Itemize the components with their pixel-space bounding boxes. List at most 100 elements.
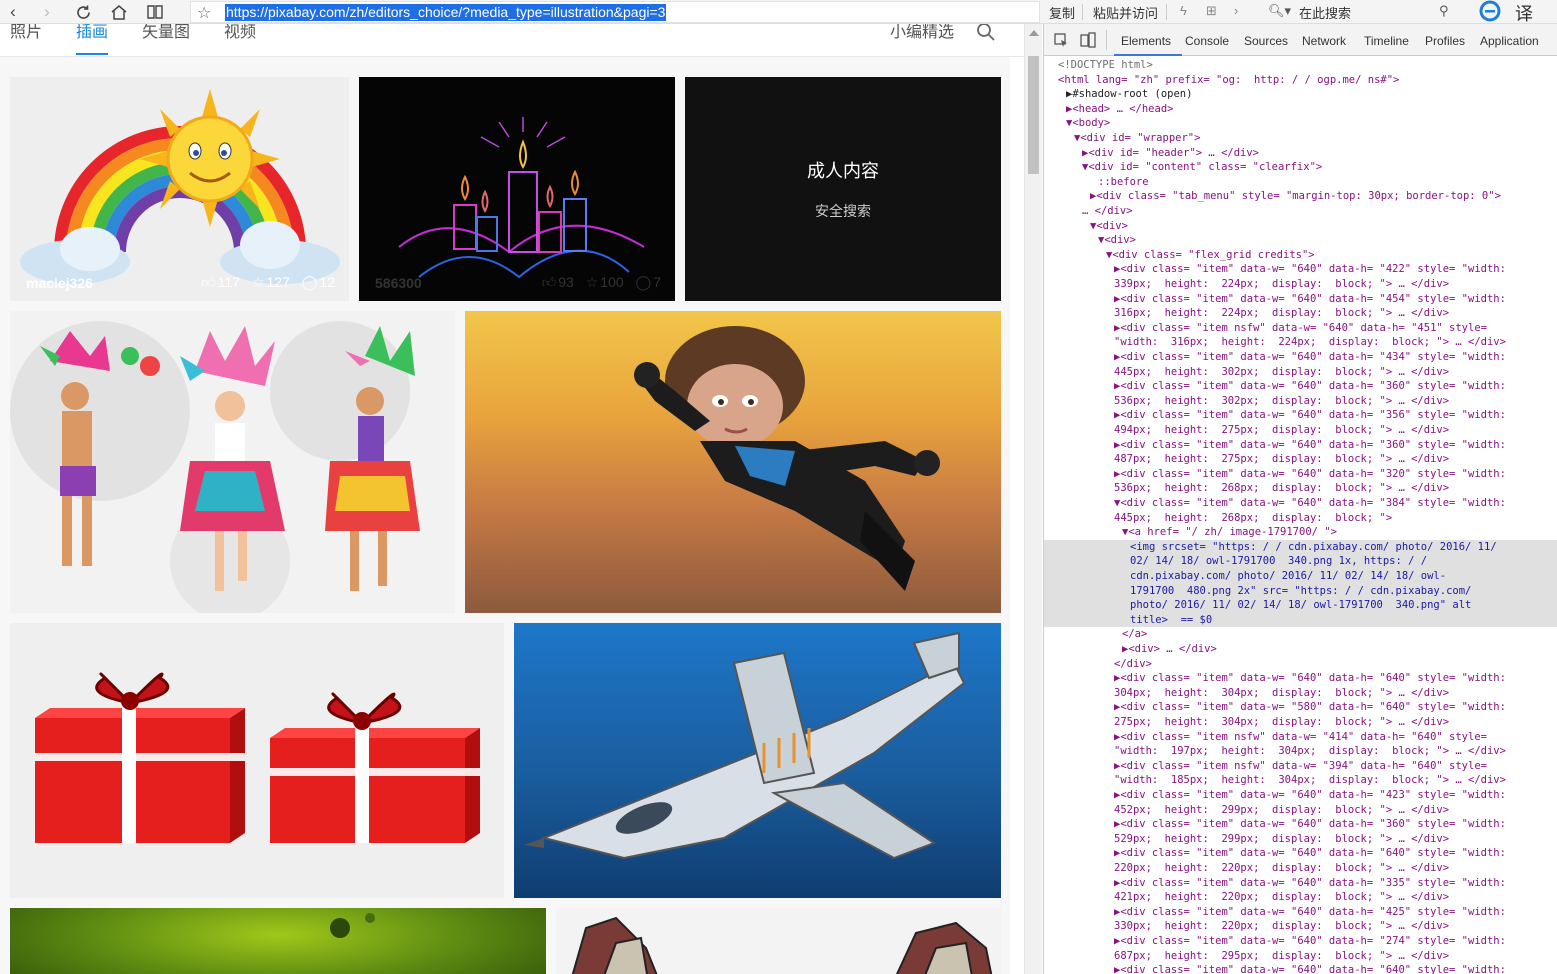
dom-node-line[interactable]: ▶<div class= "item" data-w= "640" data-h… xyxy=(1044,467,1557,482)
dom-node-line[interactable]: ▶<div> … </div> xyxy=(1044,642,1557,657)
dom-node-line[interactable]: ▶<div class= "item" data-w= "640" data-h… xyxy=(1044,876,1557,891)
dom-node-line[interactable]: 421px; height: 220px; display: block; ">… xyxy=(1044,890,1557,905)
dom-tree[interactable]: <!DOCTYPE html> <html lang= "zh" prefix= … xyxy=(1044,56,1557,974)
tab-network[interactable]: Network xyxy=(1302,34,1346,48)
chevron-right-icon[interactable]: › xyxy=(1234,3,1238,18)
dom-node-line[interactable]: ▶<div class= "item" data-w= "640" data-h… xyxy=(1044,292,1557,307)
reader-icon[interactable] xyxy=(144,1,166,23)
nsfw-tile[interactable]: 成人内容 安全搜索 xyxy=(685,77,1001,301)
device-toggle-icon[interactable] xyxy=(1080,32,1096,48)
dom-node-line[interactable]: 687px; height: 295px; display: block; ">… xyxy=(1044,949,1557,964)
dom-node-line[interactable]: 339px; height: 224px; display: block; ">… xyxy=(1044,277,1557,292)
dom-node-line[interactable]: ▶#shadow-root (open) xyxy=(1044,87,1557,102)
dom-node-line[interactable]: 330px; height: 220px; display: block; ">… xyxy=(1044,919,1557,934)
image-tile[interactable] xyxy=(556,908,1001,974)
browser-search-input[interactable]: 在此搜索 xyxy=(1299,3,1351,22)
dom-node-line[interactable]: ▼<div id= "wrapper"> xyxy=(1044,131,1557,146)
dom-node-line[interactable]: 445px; height: 268px; display: block; "> xyxy=(1044,511,1557,526)
dom-node-line[interactable]: 529px; height: 299px; display: block; ">… xyxy=(1044,832,1557,847)
dom-node-line[interactable]: <html lang= "zh" prefix= "og: http: / / … xyxy=(1044,73,1557,88)
dom-node-line[interactable]: ▶<div class= "item" data-w= "640" data-h… xyxy=(1044,379,1557,394)
image-tile[interactable] xyxy=(10,623,504,898)
dom-node-line[interactable]: "width: 316px; height: 224px; display: b… xyxy=(1044,335,1557,350)
dom-node-line[interactable]: ▶<div class= "item nsfw" data-w= "640" d… xyxy=(1044,321,1557,336)
address-bar[interactable]: ☆ https://pixabay.com/zh/editors_choice/… xyxy=(190,1,1040,23)
dom-node-line[interactable]: ▶<div class= "tab_menu" style= "margin-t… xyxy=(1044,189,1557,204)
scroll-up-arrow-icon[interactable] xyxy=(1029,30,1039,36)
dom-node-line[interactable]: 487px; height: 275px; display: block; ">… xyxy=(1044,452,1557,467)
page-scrollbar[interactable] xyxy=(1024,24,1042,974)
dom-node-line[interactable]: ▼<div> xyxy=(1044,233,1557,248)
dom-node-line[interactable]: ▼<a href= "/ zh/ image-1791700/ "> xyxy=(1044,525,1557,540)
selected-dom-node-line[interactable]: 02/ 14/ 18/ owl-1791700 340.png 1x, http… xyxy=(1044,554,1557,569)
comment-icon[interactable]: ◯ xyxy=(302,274,318,290)
dom-node-line[interactable]: ▶<div class= "item" data-w= "580" data-h… xyxy=(1044,700,1557,715)
dom-node-line[interactable]: ::before xyxy=(1044,175,1557,190)
comment-icon[interactable]: ◯ xyxy=(636,274,652,290)
dom-node-line[interactable]: 536px; height: 302px; display: block; ">… xyxy=(1044,394,1557,409)
dom-node-line[interactable]: 316px; height: 224px; display: block; ">… xyxy=(1044,306,1557,321)
scrollbar-thumb[interactable] xyxy=(1028,56,1039,174)
search-icon[interactable]: ⚲ xyxy=(1439,3,1449,19)
dom-node-line[interactable]: ▶<div class= "item" data-w= "640" data-h… xyxy=(1044,934,1557,949)
dom-node-line[interactable]: "width: 197px; height: 304px; display: b… xyxy=(1044,744,1557,759)
dom-node-line[interactable]: ▼<div class= "item" data-w= "640" data-h… xyxy=(1044,496,1557,511)
dom-node-line[interactable]: ▶<div class= "item" data-w= "640" data-h… xyxy=(1044,438,1557,453)
editors-choice-link[interactable]: 小编精选 xyxy=(890,24,954,42)
image-tile[interactable] xyxy=(10,311,455,613)
tab-elements[interactable]: Elements xyxy=(1121,34,1171,48)
tab-timeline[interactable]: Timeline xyxy=(1364,34,1409,48)
dom-node-line[interactable]: 536px; height: 268px; display: block; ">… xyxy=(1044,481,1557,496)
search-icon[interactable] xyxy=(976,24,996,42)
author-name[interactable]: maciej326 xyxy=(26,275,93,291)
selected-dom-node-line[interactable]: title> == $0 xyxy=(1044,612,1557,628)
dom-node-line[interactable]: … </div> xyxy=(1044,204,1557,219)
tab-sources[interactable]: Sources xyxy=(1244,34,1288,48)
selected-dom-node-line[interactable]: <img srcset= "https: / / cdn.pixabay.com… xyxy=(1044,539,1557,555)
copy-button[interactable]: 复制 xyxy=(1049,3,1075,22)
dom-node-line[interactable]: ▶<head> … </head> xyxy=(1044,102,1557,117)
image-tile[interactable]: maciej326 👍︎ 117 ☆ 127 ◯ 12 xyxy=(10,77,349,301)
dom-node-line[interactable]: ▶<div class= "item" data-w= "640" data-h… xyxy=(1044,408,1557,423)
translate-button[interactable]: 译 xyxy=(1515,0,1533,26)
dom-node-line[interactable]: ▼<div> xyxy=(1044,219,1557,234)
search-engine-icon[interactable]: 🔍︎▾ xyxy=(1268,3,1291,19)
dom-node-line[interactable]: ▶<div class= "item" data-w= "640" data-h… xyxy=(1044,788,1557,803)
tab-application[interactable]: Application xyxy=(1480,34,1539,48)
dom-node-line[interactable]: ▶<div class= "item" data-w= "640" data-h… xyxy=(1044,963,1557,974)
dom-node-line[interactable]: ▼<div id= "content" class= "clearfix"> xyxy=(1044,160,1557,175)
selected-dom-node-line[interactable]: photo/ 2016/ 11/ 02/ 14/ 18/ owl-1791700… xyxy=(1044,598,1557,613)
lightning-icon[interactable]: ϟ xyxy=(1180,3,1187,18)
home-icon[interactable] xyxy=(108,1,130,23)
image-tile[interactable] xyxy=(10,908,546,974)
selected-dom-node-line[interactable]: 1791700 480.png 2x" src= "https: / / cdn… xyxy=(1044,583,1557,599)
tab-console[interactable]: Console xyxy=(1185,34,1229,48)
back-icon[interactable]: ‹ xyxy=(2,1,24,23)
dom-node-line[interactable]: 220px; height: 220px; display: block; ">… xyxy=(1044,861,1557,876)
tab-profiles[interactable]: Profiles xyxy=(1425,34,1465,48)
dom-node-line[interactable]: </a> xyxy=(1044,627,1557,642)
dom-node-line[interactable]: "width: 185px; height: 304px; display: b… xyxy=(1044,773,1557,788)
dom-node-line[interactable]: 494px; height: 275px; display: block; ">… xyxy=(1044,423,1557,438)
dom-node-line[interactable]: ▼<div class= "flex_grid credits"> xyxy=(1044,248,1557,263)
favorite-icon[interactable]: ☆ xyxy=(252,274,265,290)
like-icon[interactable]: 👍︎ xyxy=(201,274,216,290)
image-tile[interactable] xyxy=(514,623,1001,898)
tab-photos[interactable]: 照片 xyxy=(10,24,42,42)
forward-icon[interactable]: › xyxy=(36,1,58,23)
image-tile[interactable]: 586300 👍︎ 93 ☆ 100 ◯ 7 xyxy=(359,77,675,301)
dom-node-line[interactable]: ▶<div class= "item" data-w= "640" data-h… xyxy=(1044,262,1557,277)
dom-node-line[interactable]: ▶<div class= "item" data-w= "640" data-h… xyxy=(1044,846,1557,861)
image-tile[interactable] xyxy=(465,311,1001,613)
paste-and-go-button[interactable]: 粘贴并访问 xyxy=(1093,3,1158,22)
dom-node-line[interactable]: ▶<div class= "item" data-w= "640" data-h… xyxy=(1044,905,1557,920)
dom-node-line[interactable]: ▼<body> xyxy=(1044,116,1557,131)
tab-illustrations[interactable]: 插画 xyxy=(76,24,108,42)
selected-dom-node-line[interactable]: cdn.pixabay.com/ photo/ 2016/ 11/ 02/ 14… xyxy=(1044,569,1557,584)
dom-node-line[interactable]: 445px; height: 302px; display: block; ">… xyxy=(1044,365,1557,380)
ie-logo-icon[interactable] xyxy=(1479,0,1501,25)
dom-node-line[interactable]: ▶<div class= "item nsfw" data-w= "414" d… xyxy=(1044,730,1557,745)
reload-icon[interactable] xyxy=(72,1,94,23)
dom-node-line[interactable]: ▶<div class= "item" data-w= "640" data-h… xyxy=(1044,350,1557,365)
dom-node-line[interactable]: 275px; height: 304px; display: block; ">… xyxy=(1044,715,1557,730)
